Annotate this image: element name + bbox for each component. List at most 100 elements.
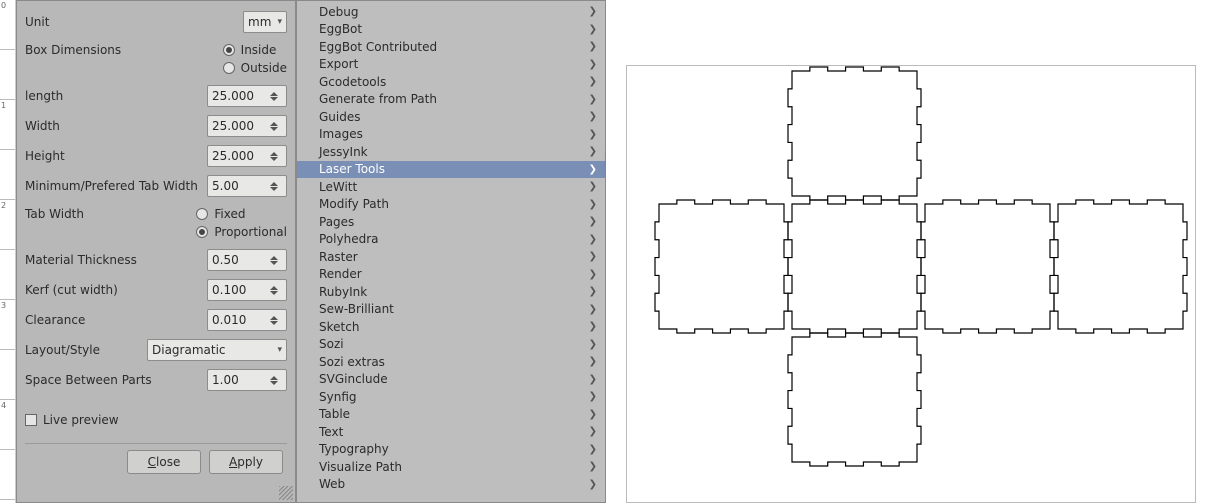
spinner-icon[interactable] [270, 311, 282, 329]
chevron-right-icon: ❯ [589, 339, 597, 350]
menu-item-raster[interactable]: Raster❯ [297, 248, 605, 266]
resize-grip-icon[interactable] [279, 486, 293, 500]
chevron-right-icon: ❯ [589, 391, 597, 402]
apply-button[interactable]: Apply [209, 450, 283, 474]
chevron-right-icon: ❯ [589, 164, 597, 175]
clearance-input[interactable]: 0.010 [207, 309, 287, 331]
menu-item-label: Sozi extras [319, 355, 385, 369]
height-input[interactable]: 25.000 [207, 145, 287, 167]
menu-item-label: Sozi [319, 337, 344, 351]
chevron-right-icon: ❯ [589, 321, 597, 332]
menu-item-web[interactable]: Web ❯ [297, 476, 605, 494]
box-dim-label: Box Dimensions [25, 43, 223, 57]
chevron-right-icon: ❯ [589, 146, 597, 157]
menu-item-typography[interactable]: Typography❯ [297, 441, 605, 459]
menu-item-eggbot[interactable]: EggBot❯ [297, 21, 605, 39]
layout-select[interactable]: Diagramatic ▾ [147, 339, 287, 361]
chevron-right-icon: ❯ [589, 111, 597, 122]
space-label: Space Between Parts [25, 373, 207, 387]
clearance-label: Clearance [25, 313, 207, 327]
menu-item-export[interactable]: Export❯ [297, 56, 605, 74]
chevron-right-icon: ❯ [589, 76, 597, 87]
chevron-right-icon: ❯ [589, 234, 597, 245]
chevron-right-icon: ❯ [589, 94, 597, 105]
menu-item-sketch[interactable]: Sketch❯ [297, 318, 605, 336]
radio-dot-icon [223, 62, 235, 74]
menu-item-images[interactable]: Images❯ [297, 126, 605, 144]
menu-item-label: Table [319, 407, 350, 421]
menu-item-label: Synfig [319, 390, 357, 404]
page-outline [626, 65, 1196, 503]
kerf-label: Kerf (cut width) [25, 283, 207, 297]
unit-select[interactable]: mm ▾ [243, 11, 287, 33]
live-preview-checkbox[interactable]: Live preview [25, 413, 119, 427]
menu-item-eggbot-contributed[interactable]: EggBot Contributed❯ [297, 38, 605, 56]
menu-item-label: Typography [319, 442, 389, 456]
menu-item-label: Raster [319, 250, 358, 264]
menu-item-svginclude[interactable]: SVGinclude❯ [297, 371, 605, 389]
menu-item-jessyink[interactable]: JessyInk❯ [297, 143, 605, 161]
menu-item-sozi[interactable]: Sozi ❯ [297, 336, 605, 354]
menu-item-label: Modify Path [319, 197, 389, 211]
menu-item-sew-brilliant[interactable]: Sew-Brilliant ❯ [297, 301, 605, 319]
inside-radio[interactable]: Inside [223, 43, 287, 57]
menu-item-label: LeWitt [319, 180, 357, 194]
menu-item-render[interactable]: Render ❯ [297, 266, 605, 284]
radio-dot-icon [196, 226, 208, 238]
chevron-right-icon: ❯ [589, 304, 597, 315]
spinner-icon[interactable] [270, 117, 282, 135]
spinner-icon[interactable] [270, 147, 282, 165]
menu-item-rubyink[interactable]: RubyInk❯ [297, 283, 605, 301]
menu-item-text[interactable]: Text❯ [297, 423, 605, 441]
spinner-icon[interactable] [270, 371, 282, 389]
chevron-right-icon: ❯ [589, 479, 597, 490]
outside-radio[interactable]: Outside [223, 61, 287, 75]
menu-item-laser-tools[interactable]: Laser Tools❯ [297, 161, 605, 179]
menu-item-sozi-extras[interactable]: Sozi extras❯ [297, 353, 605, 371]
menu-item-label: Gcodetools [319, 75, 386, 89]
menu-item-label: Pages [319, 215, 354, 229]
menu-item-label: Sew-Brilliant [319, 302, 394, 316]
menu-item-lewitt[interactable]: LeWitt❯ [297, 178, 605, 196]
spinner-icon[interactable] [270, 251, 282, 269]
menu-item-label: Render [319, 267, 362, 281]
mat-thick-input[interactable]: 0.50 [207, 249, 287, 271]
length-input[interactable]: 25.000 [207, 85, 287, 107]
menu-item-label: Text [319, 425, 343, 439]
menu-item-label: Guides [319, 110, 361, 124]
menu-item-gcodetools[interactable]: Gcodetools ❯ [297, 73, 605, 91]
height-label: Height [25, 149, 207, 163]
width-input[interactable]: 25.000 [207, 115, 287, 137]
chevron-right-icon: ❯ [589, 286, 597, 297]
chevron-right-icon: ❯ [589, 269, 597, 280]
menu-item-label: Web [319, 477, 345, 491]
spinner-icon[interactable] [270, 87, 282, 105]
menu-item-debug[interactable]: Debug❯ [297, 3, 605, 21]
spinner-icon[interactable] [270, 177, 282, 195]
menu-item-label: EggBot Contributed [319, 40, 437, 54]
chevron-right-icon: ❯ [589, 59, 597, 70]
menu-item-guides[interactable]: Guides ❯ [297, 108, 605, 126]
menu-item-pages[interactable]: Pages❯ [297, 213, 605, 231]
menu-item-table[interactable]: Table❯ [297, 406, 605, 424]
menu-item-label: Images [319, 127, 363, 141]
extensions-submenu[interactable]: Debug❯EggBot❯EggBot Contributed❯Export❯G… [296, 0, 606, 503]
space-input[interactable]: 1.00 [207, 369, 287, 391]
spinner-icon[interactable] [270, 281, 282, 299]
checkbox-icon [25, 414, 37, 426]
menu-item-synfig[interactable]: Synfig ❯ [297, 388, 605, 406]
extension-dialog: Unit mm ▾ Box Dimensions Inside Outside … [16, 0, 296, 503]
kerf-input[interactable]: 0.100 [207, 279, 287, 301]
min-tab-input[interactable]: 5.00 [207, 175, 287, 197]
canvas[interactable] [606, 0, 1218, 503]
menu-item-modify-path[interactable]: Modify Path❯ [297, 196, 605, 214]
tab-fixed-radio[interactable]: Fixed [196, 207, 287, 221]
menu-item-visualize-path[interactable]: Visualize Path❯ [297, 458, 605, 476]
menu-item-generate-from-path[interactable]: Generate from Path❯ [297, 91, 605, 109]
menu-item-polyhedra[interactable]: Polyhedra❯ [297, 231, 605, 249]
chevron-down-icon: ▾ [277, 345, 282, 355]
tab-prop-radio[interactable]: Proportional [196, 225, 287, 239]
chevron-right-icon: ❯ [589, 6, 597, 17]
min-tab-label: Minimum/Prefered Tab Width [25, 179, 207, 193]
close-button[interactable]: Close [127, 450, 201, 474]
